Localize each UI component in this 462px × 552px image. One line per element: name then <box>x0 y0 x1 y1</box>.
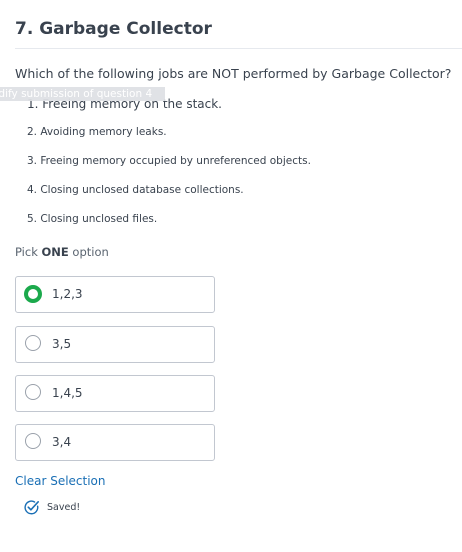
pick-emphasis: ONE <box>41 245 69 259</box>
option-label: 3,4 <box>52 435 72 449</box>
question-prompt: Which of the following jobs are NOT perf… <box>15 66 452 81</box>
statement-item-5: 5. Closing unclosed files. <box>27 213 158 225</box>
statement-item-2: 2. Avoiding memory leaks. <box>27 126 167 138</box>
radio-icon[interactable] <box>25 384 41 400</box>
check-circle-icon <box>24 500 39 515</box>
saved-status: Saved! <box>47 502 81 513</box>
option-label: 3,5 <box>52 337 72 351</box>
question-page: 7. Garbage Collector Which of the follow… <box>0 0 462 552</box>
question-title: 7. Garbage Collector <box>15 19 212 39</box>
option-3[interactable]: 1,4,5 <box>15 375 215 412</box>
radio-icon[interactable] <box>25 335 41 351</box>
option-1[interactable]: 1,2,3 <box>15 276 215 313</box>
option-label: 1,4,5 <box>52 386 83 400</box>
radio-selected-icon[interactable] <box>24 285 42 303</box>
clear-selection-link[interactable]: Clear Selection <box>15 474 106 488</box>
pick-prefix: Pick <box>15 245 42 259</box>
option-4[interactable]: 3,4 <box>15 424 215 461</box>
statement-item-3: 3. Freeing memory occupied by unreferenc… <box>27 155 311 167</box>
radio-icon[interactable] <box>25 433 41 449</box>
pick-instruction: Pick ONE option <box>15 245 109 259</box>
pick-suffix: option <box>68 245 109 259</box>
statement-item-4: 4. Closing unclosed database collections… <box>27 184 244 196</box>
tooltip: odify submission of question 4 <box>0 87 165 101</box>
option-label: 1,2,3 <box>52 287 83 301</box>
tooltip-text: odify submission of question 4 <box>0 88 153 100</box>
option-2[interactable]: 3,5 <box>15 326 215 363</box>
title-divider <box>15 48 462 49</box>
